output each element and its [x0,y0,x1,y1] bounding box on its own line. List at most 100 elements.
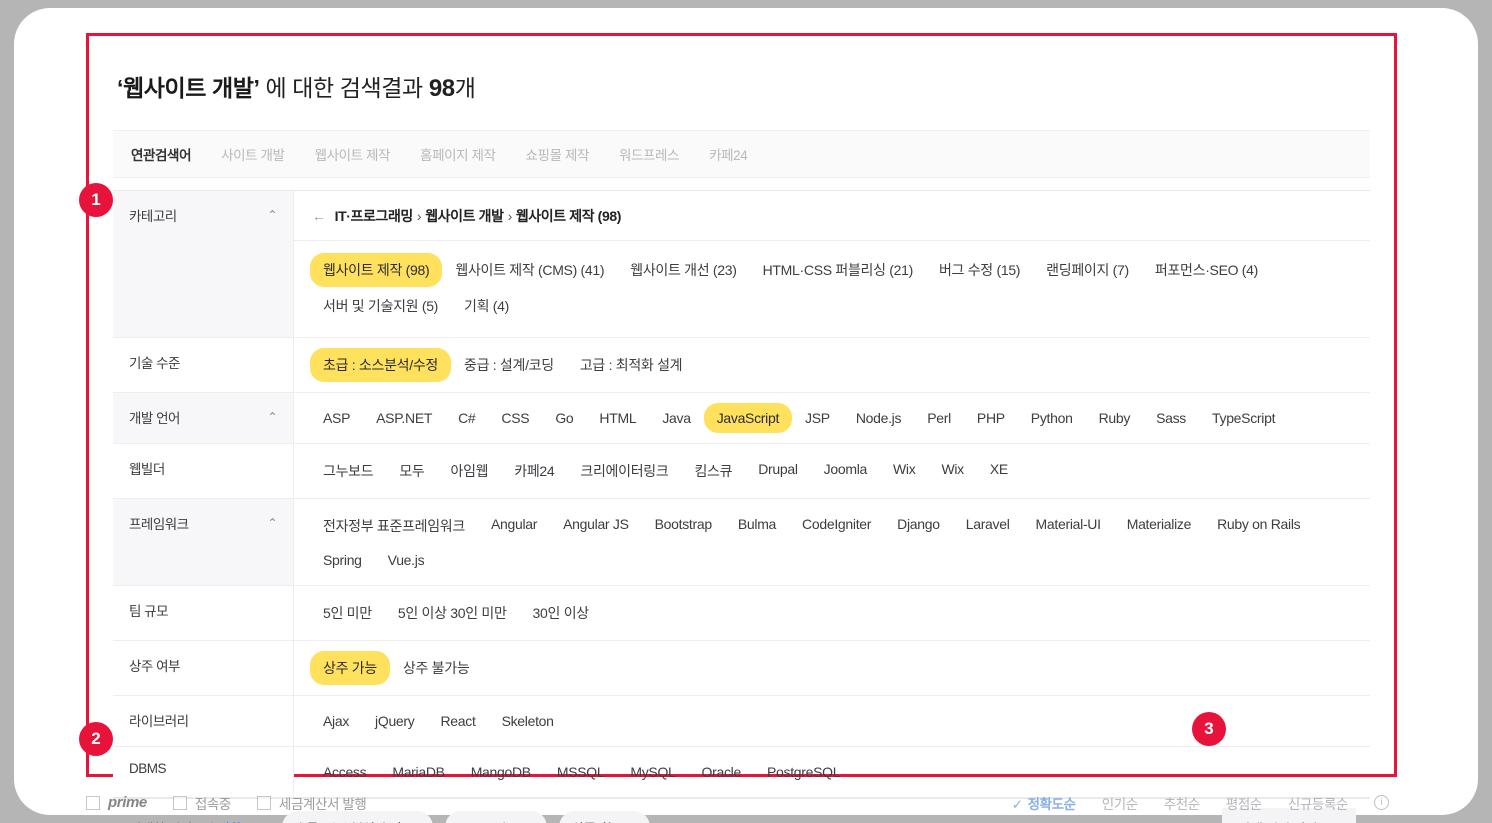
sort-option[interactable]: 인기순 [1102,793,1138,813]
filter-option[interactable]: 카페24 [501,454,567,488]
filter-option[interactable]: XE [977,454,1021,488]
filter-row-header[interactable]: 프레임워크 ⌃ [113,499,294,585]
filter-row-header[interactable]: 카테고리 ⌃ [113,191,294,337]
back-arrow-icon[interactable]: ← [312,208,326,224]
breadcrumb-item[interactable]: 웹사이트 제작 (98) [516,208,622,224]
filter-option[interactable]: Angular JS [550,509,641,543]
filter-option[interactable]: 상주 불가능 [390,651,483,685]
filter-option[interactable]: 5인 이상 30인 미만 [385,596,520,630]
filter-option[interactable]: Node.js [843,403,914,433]
filter-option[interactable]: 모두 [386,454,437,488]
filter-option[interactable]: Perl [914,403,964,433]
filter-option[interactable]: Bulma [725,509,789,543]
sort-option-label: 평점순 [1225,796,1262,812]
breadcrumb-item[interactable]: 웹사이트 개발 [425,208,504,224]
filter-checkbox[interactable]: 세금계산서 발행 [256,793,367,813]
filter-option[interactable]: 웹사이트 개선 (23) [617,253,749,287]
filter-option[interactable]: CSS [488,403,542,433]
filter-option[interactable]: 중급 : 설계/코딩 [451,348,567,382]
chevron-up-icon[interactable]: ⌃ [267,514,277,532]
filter-option[interactable]: CodeIgniter [789,509,884,543]
sort-option[interactable]: ✓ 정확도순 [1012,793,1076,813]
related-keyword-item[interactable]: 홈페이지 제작 [420,144,496,164]
filter-option[interactable]: Vue.js [375,545,438,575]
related-keyword-item[interactable]: 쇼핑몰 제작 [526,144,590,164]
filter-option[interactable]: Laravel [953,509,1023,543]
close-icon[interactable]: ✕ [524,820,535,823]
filter-option[interactable]: Wix [880,454,928,488]
filter-option[interactable]: 크리에이터링크 [567,454,681,488]
filter-option[interactable]: Joomla [811,454,880,488]
filter-option[interactable]: Drupal [745,454,810,488]
filter-row-header[interactable]: 개발 언어 ⌃ [113,393,294,443]
filter-option[interactable]: jQuery [362,706,427,736]
breadcrumb-item[interactable]: IT·프로그래밍 [335,208,414,224]
filter-option[interactable]: MSSQL [544,757,618,787]
filter-checkbox[interactable]: 접속중 [172,793,231,813]
filter-option[interactable]: Oracle [689,757,754,787]
filter-option[interactable]: 웹사이트 제작 (CMS) (41) [442,253,617,287]
filter-option[interactable]: React [427,706,488,736]
filter-option[interactable]: 30인 이상 [520,596,602,630]
filter-option[interactable]: ASP.NET [363,403,445,433]
filter-option[interactable]: 기획 (4) [451,289,522,323]
sort-option[interactable]: 평점순 [1226,793,1262,813]
sort-option[interactable]: 신규등록순 [1288,793,1349,813]
filter-option[interactable]: PostgreSQL [754,757,853,787]
filter-option[interactable]: Wix [928,454,976,488]
related-keyword-item[interactable]: 웹사이트 제작 [315,144,391,164]
chevron-up-icon[interactable]: ⌃ [267,206,277,224]
filter-option[interactable]: 킴스큐 [681,454,745,488]
filter-option[interactable]: HTML [586,403,649,433]
filter-option[interactable]: 서버 및 기술지원 (5) [310,289,451,323]
filter-option[interactable]: C# [445,403,488,433]
filter-option[interactable]: Ajax [310,706,362,736]
filter-option[interactable]: 웹사이트 제작 (98) [310,253,443,287]
filter-option[interactable]: MariaDB [379,757,457,787]
filter-option[interactable]: PHP [964,403,1018,433]
sort-option[interactable]: 추천순 [1164,793,1200,813]
filter-option[interactable]: Ruby [1086,403,1143,433]
filter-option[interactable]: Java [649,403,703,433]
filter-option[interactable]: JavaScript [703,403,793,433]
filter-option[interactable]: 그누보드 [310,454,386,488]
filter-option[interactable]: Go [542,403,586,433]
filter-option[interactable]: Sass [1143,403,1199,433]
filter-option[interactable]: Access [310,757,379,787]
close-icon[interactable]: ✕ [409,820,420,823]
checkbox-icon[interactable] [256,795,271,810]
filter-option[interactable]: 전자정부 표준프레임워크 [310,509,478,543]
filter-option[interactable]: 퍼포먼스·SEO (4) [1142,253,1271,287]
filter-option[interactable]: ASP [310,403,363,433]
related-keyword-item[interactable]: 카페24 [709,144,748,164]
related-keyword-item[interactable]: 사이트 개발 [221,144,285,164]
filter-option[interactable]: Spring [310,545,375,575]
filter-option[interactable]: Skeleton [489,706,567,736]
info-icon[interactable]: i [1374,795,1389,810]
filter-checkbox[interactable]: prime [86,794,147,811]
filter-option[interactable]: 초급 : 소스분석/수정 [310,348,451,382]
filter-option[interactable]: MangoDB [458,757,544,787]
filter-option[interactable]: Material-UI [1023,509,1114,543]
filter-option[interactable]: 고급 : 최적화 설계 [567,348,695,382]
filter-option[interactable]: Angular [478,509,550,543]
chevron-up-icon[interactable]: ⌃ [267,408,277,426]
filter-option[interactable]: Django [884,509,953,543]
filter-option[interactable]: 버그 수정 (15) [926,253,1033,287]
filter-option[interactable]: Bootstrap [642,509,725,543]
filter-option[interactable]: MySQL [617,757,688,787]
related-keyword-item[interactable]: 워드프레스 [619,144,680,164]
filter-option[interactable]: 랜딩페이지 (7) [1033,253,1142,287]
filter-option[interactable]: Materialize [1114,509,1204,543]
filter-option[interactable]: JSP [792,403,843,433]
close-icon[interactable]: ✕ [627,820,638,823]
checkbox-icon[interactable] [172,795,187,810]
filter-option[interactable]: Ruby on Rails [1204,509,1313,543]
filter-option[interactable]: 아임웹 [438,454,502,488]
filter-option[interactable]: HTML·CSS 퍼블리싱 (21) [750,253,926,287]
filter-option[interactable]: 상주 가능 [310,651,390,685]
filter-option[interactable]: Python [1018,403,1086,433]
filter-option[interactable]: 5인 미만 [310,596,385,630]
checkbox-icon[interactable] [86,795,100,810]
filter-option[interactable]: TypeScript [1199,403,1288,433]
